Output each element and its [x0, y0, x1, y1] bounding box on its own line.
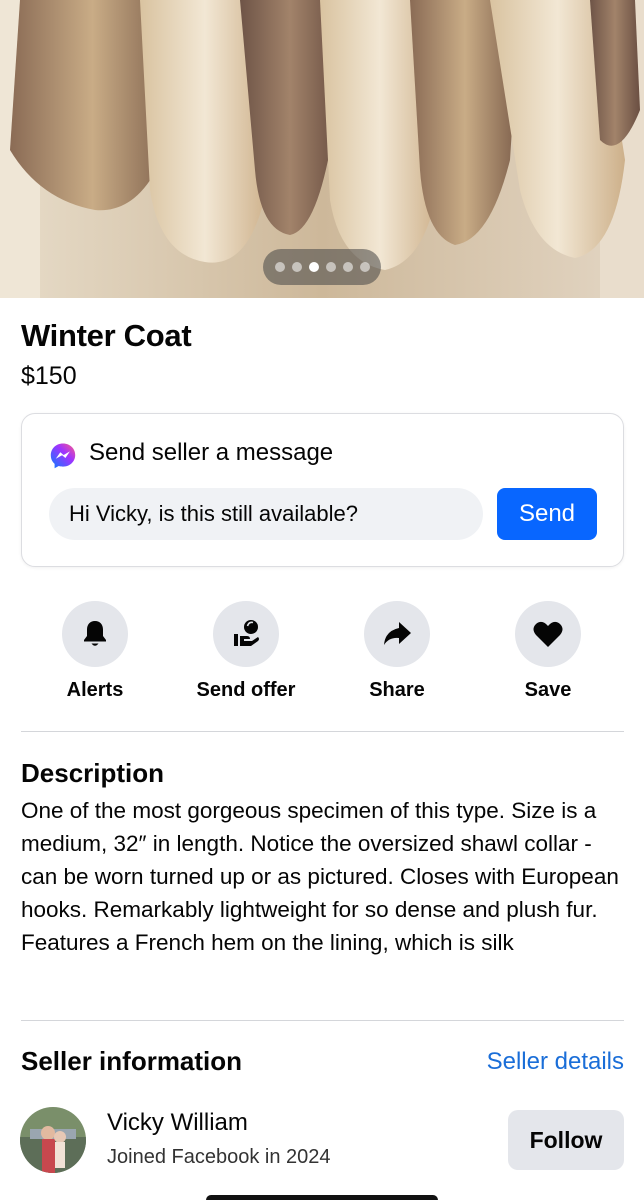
gallery-dot — [291, 262, 302, 272]
seller-avatar-image — [20, 1107, 86, 1173]
seller-info-heading: Seller information — [21, 1046, 243, 1076]
save-label: Save — [524, 679, 572, 701]
message-card-title: Send seller a message — [89, 439, 334, 466]
seller-joined: Joined Facebook in 2024 — [107, 1146, 331, 1168]
listing-photo[interactable] — [0, 0, 644, 298]
gallery-dot — [325, 262, 336, 272]
share-label: Share — [369, 679, 425, 701]
heart-icon — [533, 621, 563, 647]
message-input[interactable]: Hi Vicky, is this still available? — [49, 488, 483, 540]
share-button[interactable]: Share — [322, 601, 472, 702]
gallery-dot — [274, 262, 285, 272]
gallery-page-indicator[interactable] — [263, 249, 381, 285]
send-offer-circle — [213, 601, 279, 667]
alerts-circle — [62, 601, 128, 667]
send-button[interactable]: Send — [497, 488, 597, 540]
seller-details-link[interactable]: Seller details — [487, 1048, 624, 1076]
gallery-dot — [342, 262, 353, 272]
save-circle — [515, 601, 581, 667]
share-icon — [384, 622, 411, 645]
listing-price: $150 — [21, 362, 77, 390]
share-circle — [364, 601, 430, 667]
seller-name[interactable]: Vicky William — [107, 1109, 248, 1137]
alerts-label: Alerts — [66, 679, 124, 701]
save-button[interactable]: Save — [473, 601, 623, 702]
gallery-dot-active — [308, 262, 319, 272]
send-offer-label: Send offer — [196, 679, 296, 701]
offer-icon — [234, 620, 259, 646]
description-text: One of the most gorgeous specimen of thi… — [21, 798, 619, 955]
messenger-icon — [50, 443, 76, 469]
description-heading: Description — [21, 758, 165, 788]
gallery-dot — [359, 262, 370, 272]
message-seller-card: Send seller a message Hi Vicky, is this … — [21, 413, 624, 567]
follow-button[interactable]: Follow — [508, 1110, 624, 1170]
home-indicator[interactable] — [206, 1195, 438, 1200]
send-offer-button[interactable]: Send offer — [171, 601, 321, 702]
divider — [21, 1020, 624, 1021]
bell-icon — [84, 621, 106, 646]
alerts-button[interactable]: Alerts — [20, 601, 170, 702]
divider — [21, 731, 624, 732]
listing-title: Winter Coat — [21, 318, 192, 353]
avatar[interactable] — [20, 1107, 86, 1173]
